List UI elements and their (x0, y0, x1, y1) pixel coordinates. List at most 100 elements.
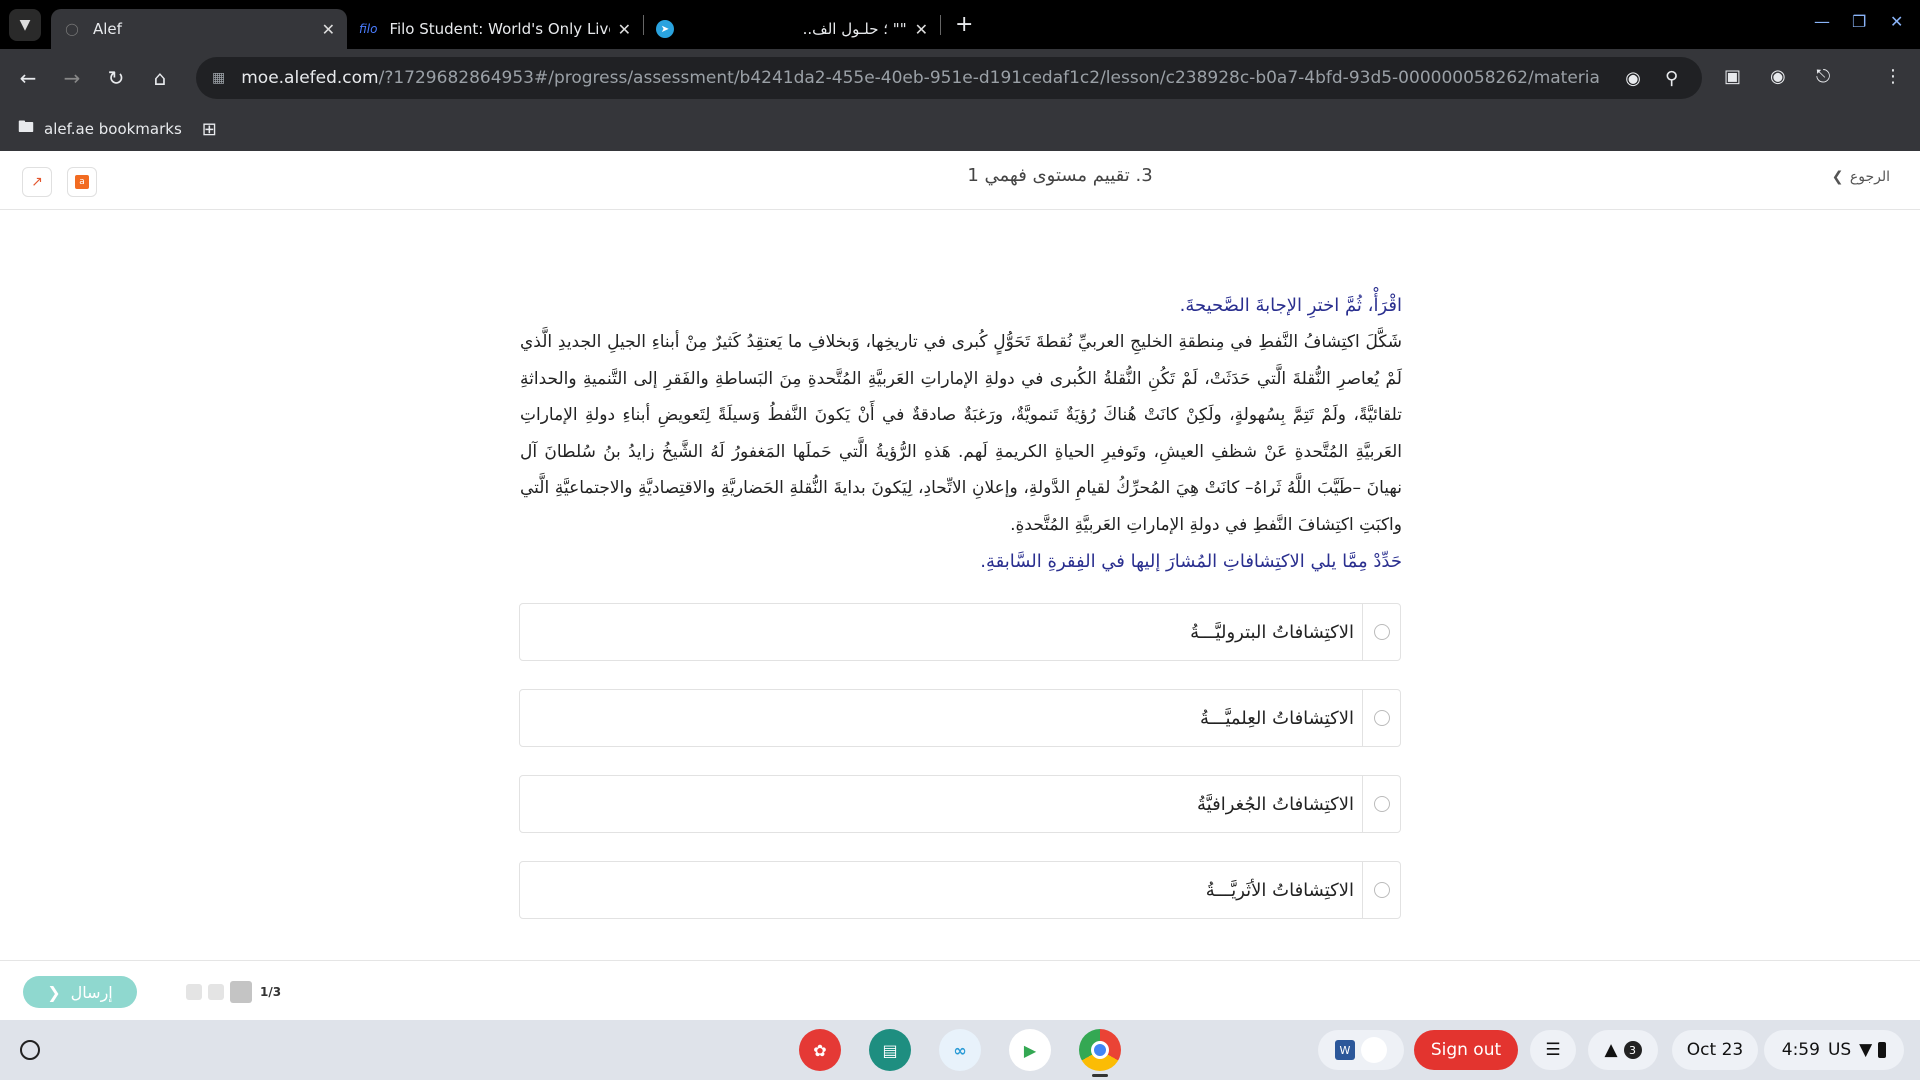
media-controls-icon[interactable]: ☰ (1530, 1030, 1576, 1070)
assessment-footer: إرسال ❮ 1/3 (0, 960, 1920, 1020)
app-play-store-icon[interactable]: ▶ (1009, 1029, 1051, 1071)
url-path: /?1729682864953#/progress/assessment/b42… (378, 68, 1602, 88)
extension-filo-icon[interactable]: ◉ (1770, 66, 1786, 87)
browser-toolbar: ← → ↻ ⌂ ▦ moe.alefed.com/?1729682864953#… (0, 49, 1920, 107)
wifi-icon: ▼ (1859, 1040, 1873, 1060)
tab-telegram[interactable]: ➤ "" ؛ حلـول الف.. ✕ (644, 9, 940, 49)
tab-alef[interactable]: ◯ Alef ✕ (51, 9, 347, 49)
answer-option[interactable]: الاكتِشافاتُ البتروليَّـــةُ (519, 603, 1401, 661)
radio-button[interactable] (1373, 710, 1390, 726)
warning-icon: ▲ (1604, 1040, 1618, 1060)
alef-logo-button[interactable]: a (67, 167, 97, 197)
chrome-center-icon (1091, 1041, 1109, 1059)
instruction-text: اقْرَأْ، ثُمَّ اخترِ الإجابةَ الصَّحيحةَ… (1179, 295, 1402, 316)
url-text: moe.alefed.com/?1729682864953#/progress/… (241, 68, 1601, 88)
os-shelf: ✿ ▤ ∞ ▶ W Sign out ☰ ▲ 3 Oct 23 4:59 US … (0, 1020, 1920, 1080)
app-link-icon[interactable]: ∞ (939, 1029, 981, 1071)
tab-title: Alef (93, 20, 122, 38)
site-info-icon[interactable]: ▦ (212, 70, 225, 86)
date-tray[interactable]: Oct 23 (1672, 1030, 1758, 1070)
close-window-icon[interactable]: ✕ (1890, 12, 1903, 31)
zoom-icon[interactable]: ⚲ (1665, 68, 1678, 89)
close-icon[interactable]: ✕ (915, 20, 928, 39)
radio-cell[interactable] (1362, 604, 1400, 660)
menu-kebab-icon[interactable]: ⋮ (1884, 66, 1902, 87)
option-label: الاكتِشافاتُ الأثَريَّـــةُ (1205, 879, 1354, 901)
answer-option[interactable]: الاكتِشافاتُ الجُغرافيَّةُ (519, 775, 1401, 833)
notification-count: 3 (1623, 1041, 1642, 1059)
question-pager: 1/3 (186, 981, 281, 1003)
tab-search-chevron-icon[interactable]: ▼ (9, 8, 41, 41)
chevron-left-icon: ❮ (47, 982, 61, 1002)
radio-cell[interactable] (1362, 690, 1400, 746)
word-doc-icon: W (1335, 1040, 1355, 1060)
question-content: اقْرَأْ، ثُمَّ اخترِ الإجابةَ الصَّحيحةَ… (520, 288, 1402, 580)
answer-option[interactable]: الاكتِشافاتُ الأثَريَّـــةُ (519, 861, 1401, 919)
sign-out-button[interactable]: Sign out (1414, 1030, 1518, 1070)
tab-filo[interactable]: filo Filo Student: World's Only Live I ✕ (347, 9, 643, 49)
address-bar[interactable]: ▦ moe.alefed.com/?1729682864953#/progres… (196, 57, 1702, 99)
holding-space-tray[interactable]: W (1318, 1030, 1404, 1070)
lesson-header: ↗ a 3. تقييم مستوى فهمي 1 الرجوع ❯ (0, 151, 1920, 210)
status-tray[interactable]: 4:59 US ▼ (1764, 1030, 1904, 1070)
battery-icon (1878, 1042, 1887, 1058)
date-text: Oct 23 (1686, 1040, 1744, 1060)
radio-button[interactable] (1373, 624, 1390, 640)
radio-cell[interactable] (1362, 776, 1400, 832)
pager-dot[interactable] (208, 984, 224, 1000)
page-title: 3. تقييم مستوى فهمي 1 (967, 165, 1153, 186)
back-arrow-icon[interactable]: ← (6, 66, 50, 90)
answer-option[interactable]: الاكتِشافاتُ العِلميَّـــةُ (519, 689, 1401, 747)
page-count: 1/3 (260, 985, 282, 999)
back-button[interactable]: الرجوع ❯ (1832, 169, 1890, 185)
bookmark-folder-alef[interactable]: alef.ae bookmarks (44, 120, 182, 138)
telegram-icon: ➤ (656, 20, 674, 38)
folder-icon: 🖿 (18, 116, 35, 136)
reload-icon[interactable]: ↻ (94, 66, 138, 90)
app-red-icon[interactable]: ✿ (799, 1029, 841, 1071)
question-text: حَدِّدْ مِمَّا يلي الاكتِشافاتِ المُشارَ… (980, 550, 1402, 572)
notification-tray[interactable]: ▲ 3 (1588, 1030, 1658, 1070)
launcher-icon[interactable] (20, 1040, 40, 1060)
option-label: الاكتِشافاتُ الجُغرافيَّةُ (1197, 793, 1354, 815)
chevron-right-icon: ❯ (1831, 169, 1844, 185)
tab-separator (940, 14, 941, 35)
close-icon[interactable]: ✕ (322, 20, 335, 39)
radio-button[interactable] (1373, 882, 1390, 898)
alef-favicon-icon: ◯ (65, 22, 79, 36)
time-text: 4:59 (1781, 1040, 1820, 1060)
browser-tabbar: ▼ ◯ Alef ✕ filo Filo Student: World's On… (0, 0, 1920, 49)
home-icon[interactable]: ⌂ (138, 66, 182, 90)
close-icon[interactable]: ✕ (618, 20, 631, 39)
location-pin-icon[interactable]: ◉ (1625, 68, 1641, 89)
alef-logo-icon: a (75, 175, 89, 189)
active-app-indicator (1092, 1074, 1108, 1077)
forward-arrow-icon[interactable]: → (50, 66, 94, 90)
radio-button[interactable] (1373, 796, 1390, 812)
tab-title: Filo Student: World's Only Live I (389, 20, 610, 38)
bookmarks-bar: 🖿 alef.ae bookmarks ⊞ (0, 107, 1920, 151)
cast-icon[interactable]: ▣ (1724, 66, 1741, 87)
locale-text: US (1827, 1040, 1852, 1060)
app-chrome-icon[interactable] (1079, 1029, 1121, 1071)
radio-cell[interactable] (1362, 862, 1400, 918)
pager-dot[interactable] (186, 984, 202, 1000)
answer-options: الاكتِشافاتُ البتروليَّـــةُ الاكتِشافات… (519, 603, 1401, 947)
option-label: الاكتِشافاتُ البتروليَّـــةُ (1190, 621, 1354, 643)
submit-button[interactable]: إرسال ❮ (23, 976, 137, 1008)
minimize-icon[interactable]: — (1814, 12, 1830, 31)
pager-dot-current[interactable] (230, 981, 252, 1003)
expand-icon[interactable]: ↗ (22, 167, 52, 197)
option-label: الاكتِشافاتُ العِلميَّـــةُ (1199, 707, 1354, 729)
new-tab-icon[interactable]: + (955, 12, 973, 37)
submit-label: إرسال (70, 982, 113, 1002)
app-classroom-icon[interactable]: ▤ (869, 1029, 911, 1071)
reading-passage: شَكَّلَ اكتِشافُ النَّفطِ في مِنطقةِ الخ… (520, 332, 1402, 535)
tab-title: "" ؛ حلـول الف.. (802, 20, 907, 38)
apps-grid-icon[interactable]: ⊞ (202, 119, 217, 140)
restore-icon[interactable]: ❐ (1852, 12, 1866, 31)
extensions-puzzle-icon[interactable]: ⎋ (1816, 66, 1830, 87)
file-thumb-icon (1361, 1037, 1387, 1063)
url-host: moe.alefed.com (241, 68, 379, 88)
back-label: الرجوع (1849, 169, 1890, 185)
